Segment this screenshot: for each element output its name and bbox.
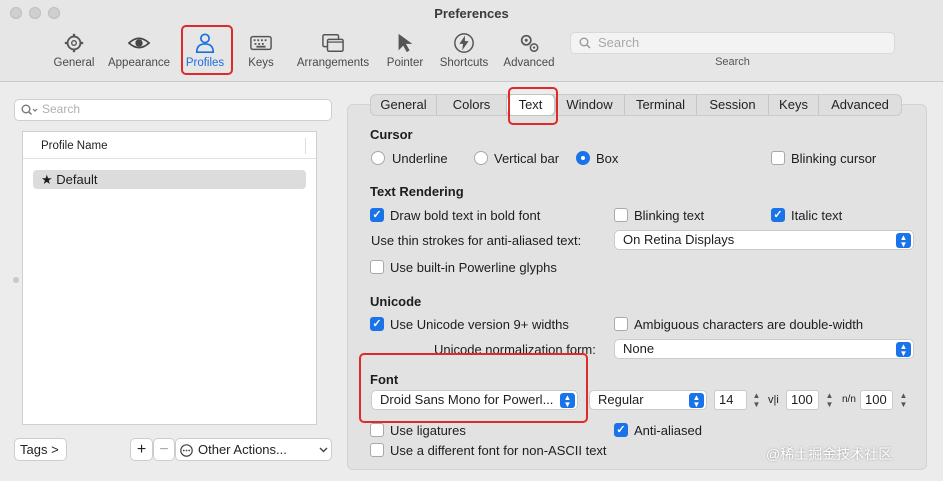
cursor-vertical-bar-label: Vertical bar (494, 151, 560, 166)
toolbar-appearance[interactable]: Appearance (101, 28, 177, 74)
column-divider (305, 138, 306, 154)
font-style-value: Regular (598, 392, 644, 407)
powerline-glyphs-label: Use built-in Powerline glyphs (390, 260, 557, 275)
tab-session[interactable]: Session (697, 95, 769, 115)
horizontal-spacing-input[interactable]: 100 (860, 390, 893, 410)
gear-icon (64, 33, 84, 53)
updown-arrows-icon: ▲ ▼ (896, 342, 911, 358)
cursor-box-label: Box (596, 151, 619, 166)
thin-strokes-value: On Retina Displays (623, 232, 735, 247)
search-label: Search (715, 56, 750, 68)
unicode-v9-checkbox[interactable]: ✓ (370, 317, 384, 331)
anti-aliased-checkbox[interactable]: ✓ (614, 423, 628, 437)
preferences-search-input[interactable]: Search (570, 32, 895, 54)
unicode-v9-label: Use Unicode version 9+ widths (390, 317, 569, 332)
ligatures-checkbox[interactable] (370, 423, 384, 437)
thin-strokes-label: Use thin strokes for anti-aliased text: (371, 233, 582, 248)
font-size-input[interactable]: 14 (714, 390, 747, 410)
vertical-spacing-stepper[interactable]: ▲ ▼ (824, 391, 835, 411)
other-actions-button[interactable]: Other Actions... (175, 438, 332, 461)
blinking-cursor-checkbox[interactable] (771, 151, 785, 165)
toolbar-keys[interactable]: Keys (223, 28, 299, 74)
search-placeholder: Search (42, 102, 81, 116)
tab-keys[interactable]: Keys (769, 95, 819, 115)
normalization-value: None (623, 341, 655, 356)
toolbar-label: Keys (248, 57, 274, 69)
blinking-cursor-label: Blinking cursor (791, 151, 877, 166)
unicode-heading: Unicode (370, 294, 422, 309)
cursor-underline-radio[interactable] (371, 151, 385, 165)
eye-icon (127, 37, 151, 49)
tab-terminal[interactable]: Terminal (625, 95, 697, 115)
toolbar-arrangements[interactable]: Arrangements (294, 28, 372, 74)
toolbar-advanced[interactable]: Advanced (491, 28, 567, 74)
non-ascii-font-checkbox[interactable] (370, 443, 384, 457)
ambiguous-width-label: Ambiguous characters are double-width (634, 317, 864, 332)
normalization-label: Unicode normalization form: (434, 342, 596, 357)
italic-text-checkbox[interactable]: ✓ (771, 208, 785, 222)
tab-advanced[interactable]: Advanced (819, 95, 901, 115)
anti-aliased-label: Anti-aliased (634, 423, 702, 438)
profile-list[interactable]: Profile Name ★ Default (22, 131, 317, 425)
font-heading: Font (370, 372, 399, 387)
thin-strokes-select[interactable]: On Retina Displays ▲ ▼ (614, 230, 914, 250)
non-ascii-font-label: Use a different font for non-ASCII text (390, 443, 607, 458)
profile-search-input[interactable]: Search (14, 99, 332, 121)
ellipsis-circle-icon (180, 444, 193, 457)
tab-general[interactable]: General (371, 95, 437, 115)
search-icon (579, 37, 591, 49)
split-view-handle[interactable] (13, 277, 19, 283)
windows-icon (322, 34, 344, 52)
vertical-spacing-input[interactable]: 100 (786, 390, 819, 410)
bolt-icon (454, 33, 474, 53)
horizontal-spacing-icon: n/n (842, 394, 856, 405)
updown-arrows-icon: ▲ ▼ (689, 393, 704, 409)
person-icon (195, 33, 215, 53)
watermark: @稀土掘金技术社区 (766, 446, 893, 462)
horizontal-spacing-stepper[interactable]: ▲ ▼ (898, 391, 909, 411)
ambiguous-width-checkbox[interactable] (614, 317, 628, 331)
normalization-select[interactable]: None ▲ ▼ (614, 339, 914, 359)
profile-tab-bar: General Colors Text Window Terminal Sess… (370, 94, 902, 116)
cursor-heading: Cursor (370, 127, 413, 142)
font-style-select[interactable]: Regular ▲ ▼ (589, 390, 707, 410)
tags-button[interactable]: Tags > (14, 438, 67, 461)
column-header-profile-name[interactable]: Profile Name (23, 132, 316, 159)
title-bar: Preferences General Appearance Profiles … (0, 0, 943, 82)
cursor-vertical-bar-radio[interactable] (474, 151, 488, 165)
bold-font-label: Draw bold text in bold font (390, 208, 541, 223)
chevron-down-icon (319, 447, 328, 453)
toolbar-label: Advanced (503, 57, 555, 69)
bold-font-checkbox[interactable]: ✓ (370, 208, 384, 222)
add-profile-button[interactable]: + (130, 438, 153, 461)
vertical-spacing-icon: v|i (768, 394, 779, 406)
tab-colors[interactable]: Colors (437, 95, 507, 115)
italic-text-label: Italic text (791, 208, 843, 223)
keyboard-icon (250, 35, 272, 51)
ligatures-label: Use ligatures (390, 423, 466, 438)
tab-window[interactable]: Window (555, 95, 625, 115)
cursor-underline-label: Underline (392, 151, 448, 166)
search-placeholder: Search (598, 35, 640, 50)
window-title: Preferences (434, 6, 509, 21)
toolbar-label: Appearance (107, 57, 171, 69)
pointer-icon (398, 33, 413, 53)
profile-row-default[interactable]: ★ Default (33, 170, 306, 189)
text-rendering-heading: Text Rendering (370, 184, 464, 199)
updown-arrows-icon: ▲ ▼ (560, 393, 575, 409)
powerline-glyphs-checkbox[interactable] (370, 260, 384, 274)
other-actions-label: Other Actions... (198, 442, 287, 457)
cursor-box-radio[interactable] (576, 151, 590, 165)
font-family-value: Droid Sans Mono for Powerl... (380, 392, 554, 407)
search-icon (21, 104, 38, 116)
font-family-select[interactable]: Droid Sans Mono for Powerl... ▲ ▼ (371, 390, 578, 410)
toolbar-label: Arrangements (296, 57, 370, 69)
updown-arrows-icon: ▲ ▼ (896, 233, 911, 249)
remove-profile-button[interactable]: − (153, 438, 175, 461)
gears-icon (520, 34, 539, 52)
blinking-text-label: Blinking text (634, 208, 705, 223)
blinking-text-checkbox[interactable] (614, 208, 628, 222)
font-size-stepper[interactable]: ▲ ▼ (751, 391, 762, 411)
tab-text[interactable]: Text (507, 95, 555, 115)
